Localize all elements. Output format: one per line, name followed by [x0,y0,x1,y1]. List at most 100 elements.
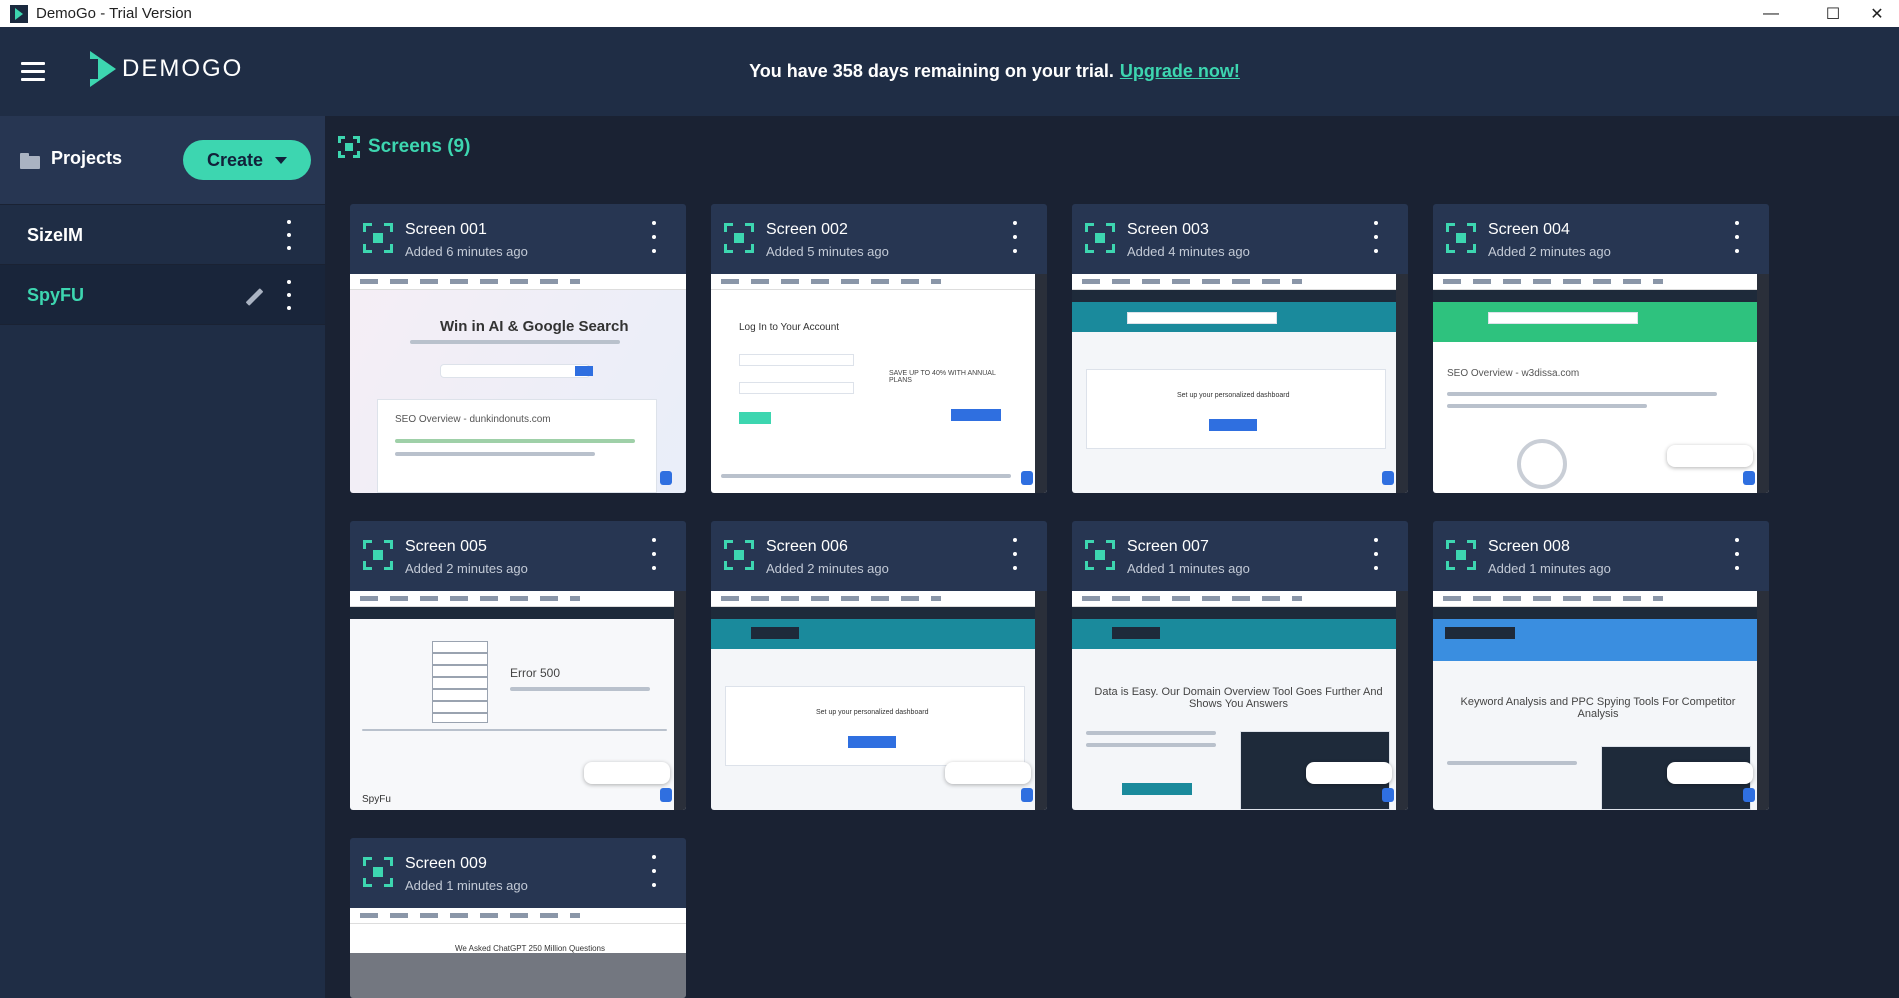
frame-icon [1446,540,1476,570]
create-button[interactable]: Create [183,140,311,180]
screen-added: Added 5 minutes ago [766,244,889,259]
card-header: Screen 008 Added 1 minutes ago [1433,521,1769,591]
frame-icon [1085,540,1115,570]
kebab-icon[interactable] [1734,538,1740,570]
pencil-icon[interactable] [244,287,264,307]
hamburger-icon[interactable] [21,62,45,82]
create-label: Create [206,149,264,170]
kebab-icon[interactable] [651,538,657,570]
preview-text: Data is Easy. Our Domain Overview Tool G… [1094,686,1383,710]
screen-thumbnail[interactable]: Win in AI & Google Search SEO Overview -… [350,274,686,493]
frame-icon [363,540,393,570]
screen-thumbnail[interactable]: SEO Overview - w3dissa.com [1433,274,1769,493]
screen-name: Screen 001 [405,221,487,238]
project-name: SizeIM [27,225,84,245]
screen-card[interactable]: Screen 004 Added 2 minutes ago SEO Overv… [1433,204,1769,493]
preview-text: Error 500 [510,666,561,680]
preview-text: We Asked ChatGPT 250 Million Questions [455,944,605,953]
kebab-icon[interactable] [286,220,292,250]
preview-text: Keyword Analysis and PPC Spying Tools Fo… [1460,696,1736,720]
frame-icon [363,857,393,887]
screen-name: Screen 006 [766,538,848,555]
card-header: Screen 003 Added 4 minutes ago [1072,204,1408,274]
minimize-button[interactable]: — [1743,0,1799,27]
sidebar-title: Projects [51,148,123,168]
screen-thumbnail[interactable]: Data is Easy. Our Domain Overview Tool G… [1072,591,1408,810]
frame-icon [1446,223,1476,253]
upgrade-link[interactable]: Upgrade now! [1120,61,1240,82]
screen-card[interactable]: Screen 001 Added 6 minutes ago Win in AI… [350,204,686,493]
screen-card[interactable]: Screen 009 Added 1 minutes ago We Asked … [350,838,686,998]
screen-thumbnail[interactable]: Error 500 SpyFu [350,591,686,810]
screen-card[interactable]: Screen 003 Added 4 minutes ago Set up yo… [1072,204,1408,493]
screen-added: Added 2 minutes ago [1488,244,1611,259]
screen-card[interactable]: Screen 005 Added 2 minutes ago Error 500… [350,521,686,810]
sidebar: Projects Create SizeIM SpyFU [0,116,325,998]
sidebar-header: Projects Create [0,116,325,205]
project-item-spyfu[interactable]: SpyFU [0,265,325,325]
screen-thumbnail[interactable]: Keyword Analysis and PPC Spying Tools Fo… [1433,591,1769,810]
screen-thumbnail[interactable]: Set up your personalized dashboard [1072,274,1408,493]
project-item-sizeim[interactable]: SizeIM [0,205,325,265]
preview-text: Set up your personalized dashboard [816,709,929,716]
screen-card[interactable]: Screen 008 Added 1 minutes ago Keyword A… [1433,521,1769,810]
screen-added: Added 6 minutes ago [405,244,528,259]
window-title: DemoGo - Trial Version [36,5,192,22]
frame-icon [1085,223,1115,253]
screen-name: Screen 002 [766,221,848,238]
screen-thumbnail[interactable]: We Asked ChatGPT 250 Million Questions [350,908,686,998]
kebab-icon[interactable] [1373,538,1379,570]
card-header: Screen 006 Added 2 minutes ago [711,521,1047,591]
trial-text: You have 358 days remaining on your tria… [749,61,1114,81]
frame-icon [338,136,360,158]
screen-added: Added 4 minutes ago [1127,244,1250,259]
screen-card[interactable]: Screen 007 Added 1 minutes ago Data is E… [1072,521,1408,810]
screen-added: Added 2 minutes ago [766,561,889,576]
window-titlebar: DemoGo - Trial Version — ☐ ✕ [0,0,1899,27]
preview-subtext: SAVE UP TO 40% WITH ANNUAL PLANS [889,370,996,384]
card-header: Screen 005 Added 2 minutes ago [350,521,686,591]
main-content: Screens (9) Screen 001 Added 6 minutes a… [325,116,1899,998]
kebab-icon[interactable] [1012,538,1018,570]
card-header: Screen 002 Added 5 minutes ago [711,204,1047,274]
preview-subtext: SEO Overview - dunkindonuts.com [395,414,551,425]
screen-thumbnail[interactable]: Set up your personalized dashboard [711,591,1047,810]
screen-name: Screen 005 [405,538,487,555]
screen-added: Added 1 minutes ago [405,878,528,893]
screen-name: Screen 004 [1488,221,1570,238]
kebab-icon[interactable] [1734,221,1740,253]
card-header: Screen 001 Added 6 minutes ago [350,204,686,274]
card-header: Screen 009 Added 1 minutes ago [350,838,686,908]
project-name: SpyFU [27,285,85,305]
preview-subtext: SpyFu [362,794,391,805]
screen-added: Added 1 minutes ago [1127,561,1250,576]
kebab-icon[interactable] [1373,221,1379,253]
preview-text: Win in AI & Google Search [440,318,629,335]
screen-card[interactable]: Screen 006 Added 2 minutes ago Set up yo… [711,521,1047,810]
preview-text: Set up your personalized dashboard [1177,392,1290,399]
screen-name: Screen 003 [1127,221,1209,238]
app-header: DEMOGO You have 358 days remaining on yo… [0,27,1899,116]
screen-card[interactable]: Screen 002 Added 5 minutes ago Log In to… [711,204,1047,493]
logo: DEMOGO [88,49,243,89]
app-icon [10,4,28,23]
screen-thumbnail[interactable]: Log In to Your Account SAVE UP TO 40% WI… [711,274,1047,493]
card-header: Screen 004 Added 2 minutes ago [1433,204,1769,274]
kebab-icon[interactable] [651,855,657,887]
close-button[interactable]: ✕ [1855,0,1899,27]
screen-added: Added 1 minutes ago [1488,561,1611,576]
kebab-icon[interactable] [286,280,292,310]
preview-text: SEO Overview - w3dissa.com [1447,368,1580,379]
folder-icon [20,153,40,169]
screen-name: Screen 007 [1127,538,1209,555]
logo-text: DEMOGO [122,55,244,82]
maximize-button[interactable]: ☐ [1805,0,1861,27]
kebab-icon[interactable] [651,221,657,253]
logo-mark-icon [88,49,118,89]
trial-banner: You have 358 days remaining on your tria… [0,27,1899,116]
frame-icon [724,223,754,253]
card-header: Screen 007 Added 1 minutes ago [1072,521,1408,591]
kebab-icon[interactable] [1012,221,1018,253]
screens-heading-text: Screens (9) [368,136,471,157]
frame-icon [363,223,393,253]
